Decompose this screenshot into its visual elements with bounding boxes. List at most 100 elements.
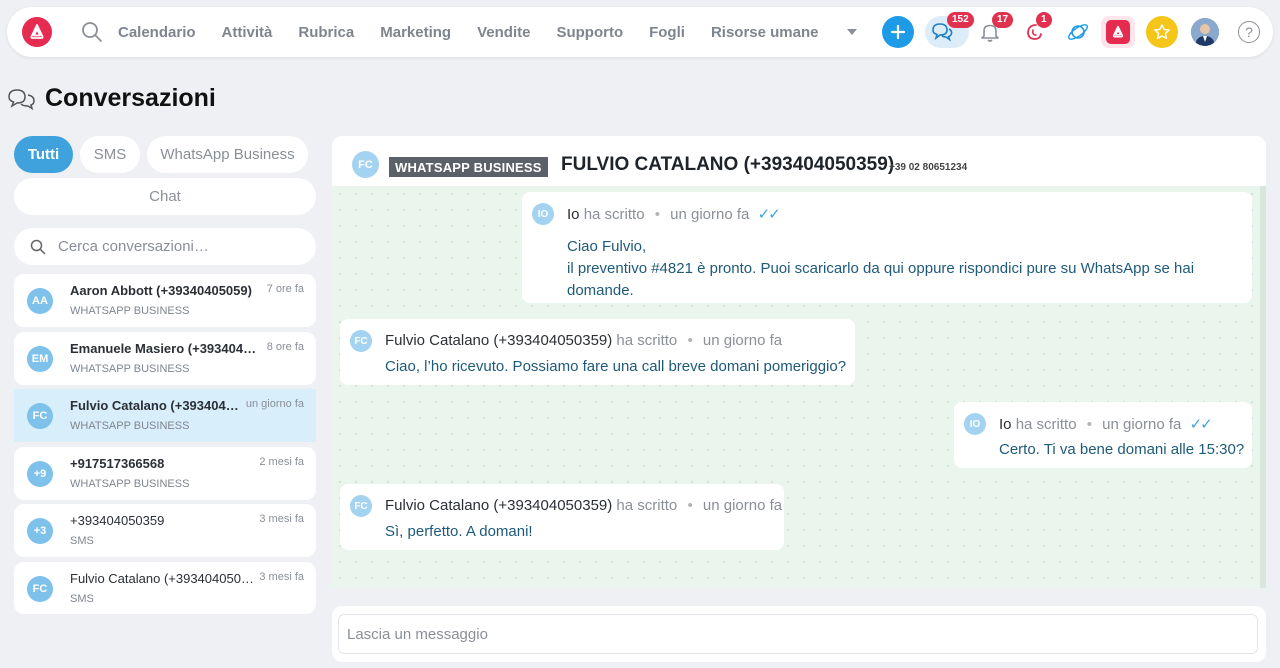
conversations-icon (8, 88, 35, 110)
conversation-time: 3 mesi fa (259, 513, 304, 525)
double-check-icon: ✓✓ (757, 206, 781, 223)
conversation-channel: SMS (70, 593, 94, 605)
conversation-name: Emanuele Masiero (+393404… (70, 341, 257, 356)
avatar: EM (27, 346, 53, 372)
message-incoming: FC Fulvio Catalano (+393404050359) ha sc… (340, 484, 784, 550)
separator: • (687, 332, 693, 349)
filter-whatsapp[interactable]: WhatsApp Business (147, 136, 308, 173)
contact-name: FULVIO CATALANO (+393404050359) (561, 154, 895, 175)
logo-icon[interactable] (1101, 16, 1135, 48)
message-header: Io ha scritto • un giorno fa ✓✓ (999, 415, 1213, 433)
avatar: FC (27, 576, 53, 602)
avatar: IO (532, 203, 554, 225)
message-time: un giorno fa (1102, 416, 1182, 433)
avatar: FC (27, 403, 53, 429)
search-bar (14, 228, 316, 265)
message-text: Certo. Ti va bene domani alle 15:30? (999, 439, 1244, 461)
separator: • (687, 497, 693, 514)
plus-icon[interactable] (882, 16, 914, 48)
conversation-channel: WHATSAPP BUSINESS (70, 363, 190, 375)
conversation-item[interactable]: +3 +393404050359 3 mesi fa SMS (14, 504, 316, 557)
message-text: Sì, perfetto. A domani! (385, 521, 533, 543)
nav-risorse-umane[interactable]: Risorse umane (711, 24, 819, 41)
nav-calendario[interactable]: Calendario (118, 24, 196, 41)
activity-icon[interactable]: 1 (1018, 12, 1052, 48)
search-icon (30, 239, 46, 254)
notifications-badge: 17 (992, 12, 1014, 28)
conversation-item-selected[interactable]: FC Fulvio Catalano (+393404… un giorno f… (14, 389, 316, 442)
avatar: FC (352, 151, 379, 178)
message-header: Fulvio Catalano (+393404050359) ha scrit… (385, 332, 782, 349)
avatar: +3 (27, 518, 53, 544)
message-verb: ha scritto (616, 332, 678, 349)
conversation-channel: WHATSAPP BUSINESS (70, 305, 190, 317)
planet-icon[interactable] (1062, 16, 1094, 48)
nav-fogli[interactable]: Fogli (649, 24, 685, 41)
conversation-name: +393404050359 (70, 513, 165, 528)
message-line: Certo. Ti va bene domani alle 15:30? (999, 441, 1245, 458)
search-input[interactable] (58, 238, 298, 255)
message-text: Ciao Fulvio, il preventivo #4821 è pront… (567, 236, 1194, 302)
scrollbar[interactable] (1260, 186, 1266, 588)
help-icon[interactable]: ? (1233, 16, 1265, 48)
avatar: AA (27, 288, 53, 314)
conversation-time: 3 mesi fa (259, 571, 304, 583)
main-nav: Calendario Attività Rubrica Marketing Ve… (118, 7, 844, 57)
double-check-icon: ✓✓ (1189, 416, 1213, 433)
chat-badge: 152 (947, 12, 974, 28)
conversation-item[interactable]: AA Aaron Abbott (+39340405059) 7 ore fa … (14, 274, 316, 327)
nav-rubrica[interactable]: Rubrica (298, 24, 354, 41)
conversation-name: Aaron Abbott (+39340405059) (70, 283, 252, 298)
conversation-item[interactable]: FC Fulvio Catalano (+393404050… 3 mesi f… (14, 562, 316, 614)
avatar[interactable] (1191, 18, 1219, 46)
message-author: Fulvio Catalano (+393404050359) (385, 497, 613, 514)
avatar: FC (350, 330, 372, 352)
chevron-down-icon[interactable] (845, 25, 859, 44)
message-time: un giorno fa (702, 332, 783, 349)
avatar: IO (964, 413, 986, 435)
message-outgoing: IO Io ha scritto • un giorno fa ✓✓ Certo… (954, 402, 1252, 468)
nav-supporto[interactable]: Supporto (556, 24, 623, 41)
avatar: +9 (27, 461, 53, 487)
chat-icon[interactable]: 152 (925, 12, 974, 48)
nav-vendite[interactable]: Vendite (477, 24, 530, 41)
logo-icon (1106, 20, 1130, 44)
conversation-name: +917517366568 (70, 456, 165, 471)
top-bar: Calendario Attività Rubrica Marketing Ve… (7, 7, 1273, 57)
star-icon[interactable] (1146, 16, 1178, 48)
message-input[interactable] (338, 614, 1258, 654)
conversation-time: 7 ore fa (266, 283, 304, 295)
message-author: Io (999, 416, 1012, 433)
contact-phone[interactable]: +39 02 80651234 (889, 162, 967, 173)
filter-sms[interactable]: SMS (80, 136, 140, 173)
activities-badge: 1 (1036, 12, 1052, 28)
message-line: il preventivo #4821 è pronto. Puoi scari… (567, 260, 1195, 277)
filter-chat[interactable]: Chat (14, 178, 316, 215)
message-thread[interactable]: IO Io ha scritto • un giorno fa ✓✓ Ciao … (332, 186, 1266, 588)
message-line: domande. (567, 282, 634, 299)
conversation-channel: WHATSAPP BUSINESS (70, 420, 190, 432)
page-title: Conversazioni (45, 84, 216, 112)
conversation-item[interactable]: EM Emanuele Masiero (+393404… 8 ore fa W… (14, 332, 316, 385)
nav-marketing[interactable]: Marketing (380, 24, 451, 41)
message-incoming: FC Fulvio Catalano (+393404050359) ha sc… (340, 319, 855, 385)
conversation-time: un giorno fa (245, 398, 304, 410)
message-header: Fulvio Catalano (+393404050359) ha scrit… (385, 497, 782, 514)
avatar: FC (350, 495, 372, 517)
logo-icon[interactable] (22, 17, 52, 47)
message-text: Ciao, l’ho ricevuto. Possiamo fare una c… (385, 356, 846, 378)
message-verb: ha scritto (583, 206, 645, 223)
message-line: Sì, perfetto. A domani! (385, 523, 533, 540)
search-icon[interactable] (80, 20, 104, 44)
conversation-name: Fulvio Catalano (+393404… (70, 398, 239, 413)
conversation-name: Fulvio Catalano (+393404050… (70, 571, 254, 586)
bell-icon[interactable]: 17 (974, 12, 1014, 48)
help-label: ? (1238, 21, 1260, 43)
message-composer (332, 606, 1266, 662)
conversation-item[interactable]: +9 +917517366568 2 mesi fa WHATSAPP BUSI… (14, 447, 316, 500)
page-header: Conversazioni (7, 84, 216, 113)
message-time: un giorno fa (670, 206, 750, 223)
filter-tutti[interactable]: Tutti (14, 136, 73, 173)
nav-attivita[interactable]: Attività (222, 24, 273, 41)
separator: • (654, 206, 660, 223)
